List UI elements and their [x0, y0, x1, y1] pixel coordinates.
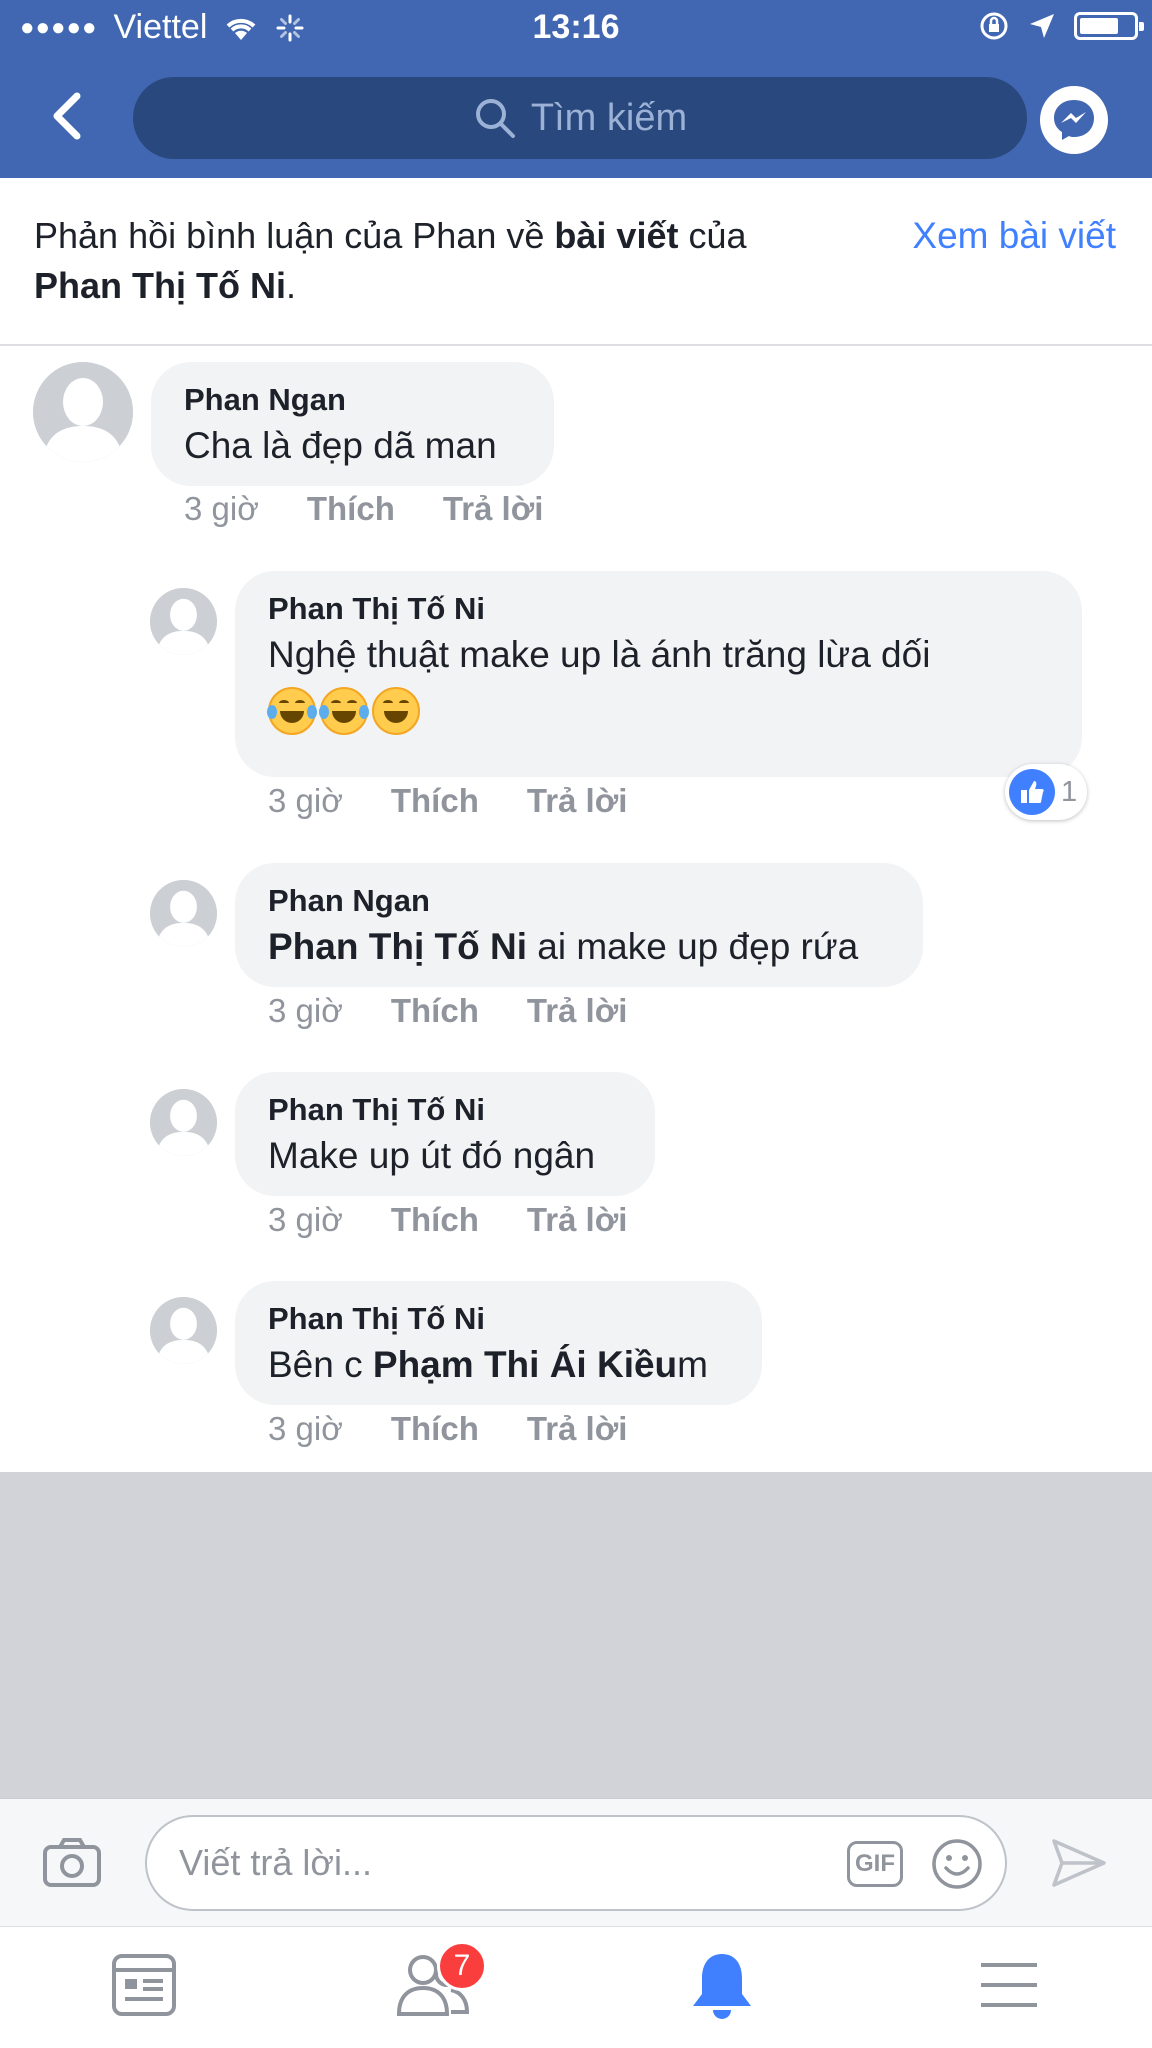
comment-actions: 3 giờ Thích Trả lời — [268, 1410, 627, 1448]
comment-actions: 3 giờ Thích Trả lời — [268, 782, 627, 820]
mention-link[interactable]: Phan Thị Tố Ni — [268, 926, 527, 967]
reply-button[interactable]: Trả lời — [527, 992, 628, 1030]
comment-timestamp: 3 giờ — [268, 1410, 343, 1447]
avatar[interactable] — [150, 880, 217, 947]
tab-notifications[interactable] — [677, 1945, 767, 2025]
reply-button[interactable]: Trả lời — [527, 1201, 628, 1239]
send-arrow-icon — [1052, 1839, 1106, 1887]
comment-actions: 3 giờ Thích Trả lời — [268, 1201, 627, 1239]
avatar[interactable] — [150, 588, 217, 655]
comment-text: Nghệ thuật make up là ánh trăng lừa dối — [268, 634, 931, 675]
comment-author[interactable]: Phan Thị Tố Ni — [268, 1299, 730, 1339]
comment-author[interactable]: Phan Thị Tố Ni — [268, 1090, 623, 1130]
comment-bubble[interactable]: Phan Thị Tố Ni Make up út đó ngân — [235, 1072, 655, 1196]
comment-text: Bên c Phạm Thi Ái Kiềum — [268, 1344, 708, 1385]
like-button[interactable]: Thích — [391, 1201, 479, 1239]
reply-context-header: Phản hồi bình luận của Phan về bài viết … — [0, 178, 1152, 346]
battery-icon — [1074, 12, 1144, 40]
tab-menu[interactable] — [964, 1945, 1054, 2025]
comment-timestamp: 3 giờ — [268, 782, 343, 819]
avatar[interactable] — [33, 362, 133, 462]
smiley-face-icon — [932, 1839, 982, 1889]
default-profile-icon — [150, 1089, 217, 1156]
carrier-name: Viettel — [113, 8, 208, 46]
comment-timestamp: 3 giờ — [268, 992, 343, 1029]
like-button[interactable]: Thích — [391, 992, 479, 1030]
messenger-button[interactable] — [1040, 86, 1108, 154]
reply-button[interactable]: Trả lời — [443, 490, 544, 528]
comment-text: Cha là đẹp dã man — [184, 425, 497, 466]
comment-author[interactable]: Phan Thị Tố Ni — [268, 589, 1050, 629]
chevron-left-icon — [53, 92, 81, 140]
comment-timestamp: 3 giờ — [268, 1201, 343, 1238]
search-icon — [475, 99, 515, 138]
rotation-lock-icon — [980, 12, 1008, 40]
status-bar: ●●●●● Viettel 13:16 — [0, 0, 1152, 58]
camera-icon — [43, 1838, 101, 1887]
post-link[interactable]: bài viết — [554, 215, 678, 256]
wifi-icon — [227, 18, 256, 40]
loading-activity-icon — [276, 14, 304, 41]
comment-author[interactable]: Phan Ngan — [184, 380, 522, 420]
tab-news-feed[interactable] — [99, 1945, 189, 2025]
avatar[interactable] — [150, 1089, 217, 1156]
post-owner-name[interactable]: Phan Thị Tố Ni — [34, 265, 286, 306]
comment-timestamp: 3 giờ — [184, 490, 259, 527]
comment-actions: 3 giờ Thích Trả lời — [268, 992, 627, 1030]
default-profile-icon — [150, 1297, 217, 1364]
reply-input-container[interactable]: GIF — [145, 1815, 1007, 1911]
comment-text: Make up út đó ngân — [268, 1135, 596, 1176]
comment-bubble[interactable]: Phan Thị Tố Ni Nghệ thuật make up là ánh… — [235, 571, 1082, 777]
default-profile-icon — [150, 880, 217, 947]
grinning-face-icon — [372, 687, 420, 735]
comment-author[interactable]: Phan Ngan — [268, 881, 891, 921]
empty-content-area — [0, 1472, 1152, 1798]
thumbs-up-icon — [1009, 769, 1055, 815]
face-with-tears-of-joy-icon — [267, 687, 317, 735]
like-button[interactable]: Thích — [391, 782, 479, 820]
avatar[interactable] — [150, 1297, 217, 1364]
default-profile-icon — [150, 588, 217, 655]
notifications-icon — [693, 1954, 751, 2019]
mention-link[interactable]: Phạm Thi Ái Kiều — [373, 1344, 677, 1385]
comment-bubble[interactable]: Phan Ngan Cha là đẹp dã man — [151, 362, 554, 486]
back-button[interactable] — [36, 80, 96, 152]
search-bar[interactable]: Tìm kiếm — [133, 77, 1027, 159]
location-arrow-icon — [1030, 14, 1054, 38]
gif-button[interactable]: GIF — [847, 1841, 903, 1887]
reply-input[interactable] — [179, 1817, 839, 1909]
reaction-count: 1 — [1061, 775, 1078, 808]
comment-bubble[interactable]: Phan Ngan Phan Thị Tố Ni ai make up đẹp … — [235, 863, 923, 987]
menu-icon — [981, 1963, 1037, 2007]
top-navigation-bar: ●●●●● Viettel 13:16 Tìm kiếm — [0, 0, 1152, 178]
status-icons — [978, 10, 1144, 42]
like-button[interactable]: Thích — [391, 1410, 479, 1448]
search-placeholder: Tìm kiếm — [530, 96, 688, 139]
reply-composer: GIF — [0, 1798, 1152, 1926]
comment-bubble[interactable]: Phan Thị Tố Ni Bên c Phạm Thi Ái Kiềum — [235, 1281, 762, 1405]
reply-context-text: Phản hồi bình luận của Phan về bài viết … — [34, 215, 747, 306]
like-button[interactable]: Thích — [307, 490, 395, 528]
sticker-button[interactable] — [931, 1838, 983, 1890]
send-button[interactable] — [1050, 1837, 1108, 1894]
default-profile-icon — [33, 362, 133, 462]
carrier-info: ●●●●● Viettel — [20, 8, 305, 47]
news-feed-icon — [112, 1954, 176, 2016]
bottom-tab-bar: 7 — [0, 1926, 1152, 2048]
comment-text: Phan Thị Tố Ni ai make up đẹp rứa — [268, 926, 859, 967]
messenger-icon — [1054, 100, 1094, 140]
camera-button[interactable] — [42, 1837, 102, 1894]
face-with-tears-of-joy-icon — [319, 687, 369, 735]
reply-button[interactable]: Trả lời — [527, 1410, 628, 1448]
comment-emojis — [267, 687, 1050, 735]
reply-button[interactable]: Trả lời — [527, 782, 628, 820]
reaction-count-badge[interactable]: 1 — [1005, 764, 1088, 820]
notification-count-badge: 7 — [437, 1941, 487, 1991]
signal-strength-icon: ●●●●● — [20, 13, 98, 41]
view-post-link[interactable]: Xem bài viết — [912, 211, 1116, 261]
comment-actions: 3 giờ Thích Trả lời — [184, 490, 543, 528]
